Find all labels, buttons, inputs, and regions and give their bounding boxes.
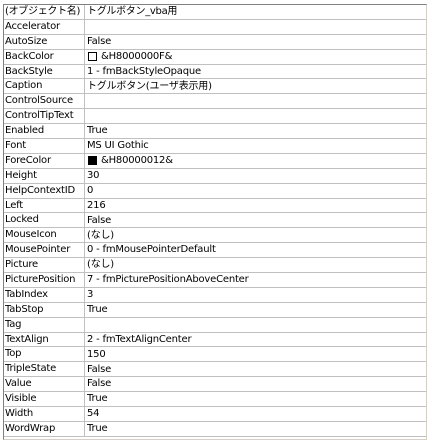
property-name: PicturePosition [4, 273, 85, 287]
property-name: TabIndex [4, 287, 85, 302]
property-value[interactable]: 0 - fmMousePointerDefault [85, 243, 426, 257]
property-name: BackStyle [4, 64, 85, 79]
property-name: Top [4, 347, 85, 362]
property-name: Tag [4, 317, 85, 332]
property-name: Left [4, 198, 85, 213]
property-name: TripleState [4, 362, 85, 377]
fore-color-swatch [88, 156, 97, 166]
property-row-visible[interactable]: Visible True [4, 392, 426, 408]
property-value[interactable] [85, 94, 426, 108]
property-name: ControlSource [4, 94, 85, 109]
property-row-mouseicon[interactable]: MouseIcon (なし) [4, 228, 426, 244]
property-value[interactable]: &H80000012& [85, 154, 426, 168]
property-row-textalign[interactable]: TextAlign 2 - fmTextAlignCenter [4, 332, 426, 348]
property-value[interactable] [85, 20, 426, 34]
property-name: Font [4, 139, 85, 153]
property-row-backstyle[interactable]: BackStyle 1 - fmBackStyleOpaque [4, 64, 426, 80]
property-row-helpcontextid[interactable]: HelpContextID 0 [4, 183, 426, 199]
property-value[interactable]: 3 [85, 288, 426, 302]
property-name: Caption [4, 79, 85, 94]
property-row-value[interactable]: Value False [4, 377, 426, 393]
property-value[interactable]: 1 - fmBackStyleOpaque [85, 65, 426, 79]
property-value[interactable] [85, 318, 426, 332]
property-name: Enabled [4, 124, 85, 139]
back-color-swatch [88, 52, 97, 62]
property-name: ForeColor [4, 153, 85, 168]
property-name: Locked [4, 213, 85, 228]
property-value[interactable]: 216 [85, 199, 426, 213]
property-row-controltiptext[interactable]: ControlTipText [4, 109, 426, 125]
property-value[interactable]: トグルボタン(ユーザ表示用) [85, 79, 426, 93]
property-value[interactable]: True [85, 303, 426, 317]
property-name: MousePointer [4, 243, 85, 258]
fore-color-value: &H80000012& [101, 155, 173, 167]
property-name: ControlTipText [4, 109, 85, 124]
property-value[interactable]: 30 [85, 169, 426, 183]
property-value[interactable]: 0 [85, 184, 426, 198]
property-row-tabindex[interactable]: TabIndex 3 [4, 287, 426, 303]
property-name: MouseIcon [4, 228, 85, 243]
property-name: Height [4, 168, 85, 183]
property-value[interactable]: 54 [85, 407, 426, 421]
property-rows: (オブジェクト名) トグルボタン_vba用 Accelerator AutoSi… [4, 5, 426, 437]
property-name: TextAlign [4, 332, 85, 347]
back-color-value: &H8000000F& [101, 50, 173, 62]
property-row-autosize[interactable]: AutoSize False [4, 34, 426, 50]
property-value[interactable]: 150 [85, 347, 426, 361]
property-name: (オブジェクト名) [4, 5, 85, 19]
property-value[interactable] [85, 109, 426, 123]
property-row-font[interactable]: Font MS UI Gothic [4, 139, 426, 154]
property-row-tag[interactable]: Tag [4, 317, 426, 333]
property-row-controlsource[interactable]: ControlSource [4, 94, 426, 110]
property-name: WordWrap [4, 421, 85, 436]
property-value[interactable]: &H8000000F& [85, 50, 426, 64]
property-row-enabled[interactable]: Enabled True [4, 124, 426, 140]
property-row-left[interactable]: Left 216 [4, 198, 426, 214]
property-name: AutoSize [4, 34, 85, 49]
property-row-top[interactable]: Top 150 [4, 347, 426, 363]
property-value[interactable]: True [85, 124, 426, 138]
property-row-tabstop[interactable]: TabStop True [4, 302, 426, 318]
property-row-caption[interactable]: Caption トグルボタン(ユーザ表示用) [4, 79, 426, 95]
property-value[interactable]: トグルボタン_vba用 [85, 5, 426, 19]
properties-grid: (オブジェクト名) トグルボタン_vba用 Accelerator AutoSi… [3, 4, 427, 440]
property-value[interactable]: False [85, 362, 426, 376]
property-value[interactable]: (なし) [85, 228, 426, 242]
property-row-forecolor[interactable]: ForeColor &H80000012& [4, 153, 426, 169]
property-value[interactable]: False [85, 213, 426, 227]
property-name: Accelerator [4, 19, 85, 34]
property-name: Width [4, 407, 85, 421]
property-value[interactable]: True [85, 392, 426, 406]
property-row-width[interactable]: Width 54 [4, 407, 426, 422]
property-value[interactable]: False [85, 35, 426, 49]
property-value[interactable]: 7 - fmPicturePositionAboveCenter [85, 273, 426, 287]
property-name: Value [4, 377, 85, 392]
property-row-wordwrap[interactable]: WordWrap True [4, 421, 426, 437]
property-name: Visible [4, 392, 85, 407]
property-row-picture[interactable]: Picture (なし) [4, 258, 426, 274]
property-row-locked[interactable]: Locked False [4, 213, 426, 229]
property-row-object-name[interactable]: (オブジェクト名) トグルボタン_vba用 [4, 5, 426, 20]
property-row-pictureposition[interactable]: PicturePosition 7 - fmPicturePositionAbo… [4, 273, 426, 288]
property-value[interactable]: (なし) [85, 258, 426, 272]
property-value[interactable]: MS UI Gothic [85, 139, 426, 153]
property-value[interactable]: 2 - fmTextAlignCenter [85, 333, 426, 347]
property-value[interactable]: False [85, 377, 426, 391]
property-row-mousepointer[interactable]: MousePointer 0 - fmMousePointerDefault [4, 243, 426, 259]
property-row-height[interactable]: Height 30 [4, 168, 426, 184]
property-row-backcolor[interactable]: BackColor &H8000000F& [4, 49, 426, 65]
property-row-accelerator[interactable]: Accelerator [4, 19, 426, 35]
property-name: BackColor [4, 49, 85, 64]
property-row-triplestate[interactable]: TripleState False [4, 362, 426, 378]
property-value[interactable]: True [85, 422, 426, 436]
property-name: TabStop [4, 302, 85, 317]
property-name: HelpContextID [4, 183, 85, 198]
property-name: Picture [4, 258, 85, 273]
